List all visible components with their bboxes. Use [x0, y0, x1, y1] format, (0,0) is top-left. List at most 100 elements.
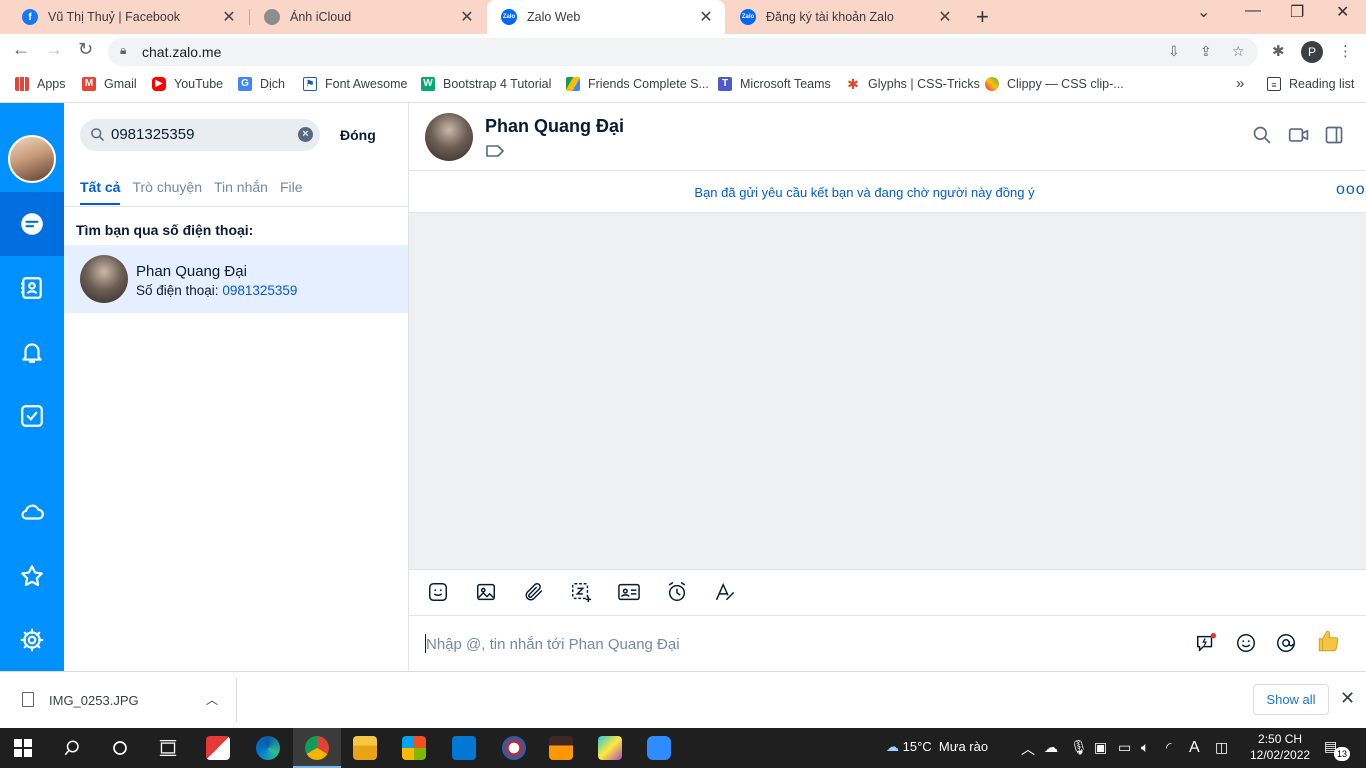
close-search-button[interactable]: Đóng [340, 127, 376, 143]
url-text[interactable]: chat.zalo.me [142, 44, 221, 60]
extensions-icon[interactable]: ✱ [1272, 42, 1285, 60]
battery-icon[interactable]: ▭ [1118, 739, 1131, 756]
mail-icon[interactable] [452, 736, 476, 760]
reading-list-button[interactable]: ≡ Reading list [1267, 77, 1354, 91]
nav-cloud[interactable] [0, 480, 64, 544]
zoom-icon[interactable] [647, 736, 671, 760]
chevron-up-icon[interactable]: ︿ [1021, 739, 1035, 759]
search-icon[interactable] [60, 736, 84, 760]
chrome-menu-icon[interactable]: ⋮ [1338, 42, 1353, 60]
image-icon[interactable] [475, 581, 497, 603]
search-icon[interactable] [1252, 125, 1272, 145]
tag-icon[interactable] [486, 145, 504, 157]
text-format-icon[interactable] [714, 581, 736, 603]
onedrive-icon[interactable]: ☁ [1044, 739, 1058, 756]
tab-messages[interactable]: Tin nhắn [214, 179, 268, 205]
browser-tab-facebook[interactable]: f Vũ Thị Thuỷ | Facebook ✕ [8, 0, 248, 34]
close-tab-icon[interactable]: ✕ [697, 7, 715, 27]
screenshot-icon[interactable] [570, 581, 592, 603]
close-tab-icon[interactable]: ✕ [936, 7, 954, 27]
edge-icon[interactable] [256, 736, 280, 760]
show-all-button[interactable]: Show all [1253, 684, 1329, 715]
bookmark-clippy[interactable]: Clippy — CSS clip-... [985, 77, 1124, 91]
store-icon[interactable] [402, 736, 426, 760]
chevron-up-icon[interactable]: ︿ [206, 691, 218, 708]
bookmark-translate[interactable]: G Dịch [238, 77, 285, 91]
input-method-icon[interactable]: A [1189, 739, 1200, 757]
task-view-icon[interactable] [156, 736, 180, 760]
address-bar[interactable]: 🔒︎ chat.zalo.me ⇩ ⇪ ☆ [108, 38, 1258, 66]
app-icon[interactable] [206, 736, 230, 760]
cortana-icon[interactable] [108, 736, 132, 760]
avatar[interactable] [425, 113, 473, 161]
browser-tab-zalo-register[interactable]: Zalo Đăng ký tài khoản Zalo ✕ [726, 0, 964, 34]
nav-favorites[interactable] [0, 544, 64, 608]
forward-icon[interactable]: → [45, 39, 63, 60]
reminder-clock-icon[interactable] [666, 581, 688, 603]
share-icon[interactable]: ⇪ [1200, 43, 1212, 60]
new-tab-button[interactable]: + [976, 4, 989, 30]
microphone-icon[interactable]: 🎙︎ [1070, 739, 1088, 756]
bookmark-bootstrap[interactable]: W Bootstrap 4 Tutorial [421, 77, 551, 91]
bookmark-apps[interactable]: Apps [15, 77, 66, 91]
bookmark-teams[interactable]: T Microsoft Teams [718, 77, 831, 91]
more-options-icon[interactable]: ooo [1336, 181, 1366, 199]
back-icon[interactable]: ← [12, 39, 30, 60]
nav-todo[interactable] [0, 384, 64, 448]
weather-widget[interactable]: ☁ 15°C Mưa rào [886, 739, 988, 755]
nav-contacts[interactable] [0, 256, 64, 320]
message-placeholder[interactable]: Nhập @, tin nhắn tới Phan Quang Đại [426, 636, 680, 653]
screen-icon[interactable]: ▣ [1094, 739, 1107, 756]
reload-icon[interactable]: ↻ [78, 39, 93, 60]
mention-icon[interactable] [1275, 632, 1297, 654]
search-query[interactable]: 0981325359 [111, 126, 194, 143]
bookmark-star-icon[interactable]: ☆ [1232, 43, 1245, 60]
attachment-icon[interactable] [523, 581, 545, 603]
install-app-icon[interactable]: ⇩ [1168, 43, 1180, 60]
my-avatar[interactable] [8, 135, 56, 183]
download-file-name[interactable]: IMG_0253.JPG [49, 693, 139, 708]
bookmark-glyphs[interactable]: ✱ Glyphs | CSS-Tricks [846, 77, 980, 91]
nav-messages[interactable] [0, 192, 64, 256]
bookmarks-overflow-icon[interactable]: » [1236, 75, 1244, 92]
bookmark-font-awesome[interactable]: ⚑ Font Awesome [303, 77, 407, 91]
file-explorer-icon[interactable] [353, 736, 377, 760]
chat-contact-name[interactable]: Phan Quang Đại [485, 116, 624, 137]
wifi-icon[interactable]: ◜ [1166, 739, 1171, 756]
app-icon[interactable] [598, 736, 622, 760]
clock[interactable]: 2:50 CH 12/02/2022 [1250, 731, 1310, 763]
search-result-item[interactable]: Phan Quang Đại Số điện thoại: 0981325359 [64, 245, 408, 313]
tab-files[interactable]: File [280, 179, 303, 205]
lock-icon[interactable]: 🔒︎ [120, 43, 126, 58]
quick-message-icon[interactable] [1195, 632, 1217, 654]
tab-search-icon[interactable]: ⌄ [1197, 2, 1210, 22]
nav-notifications[interactable] [0, 320, 64, 384]
sidebar-toggle-icon[interactable] [1324, 125, 1344, 145]
clear-search-icon[interactable]: × [298, 127, 313, 142]
speaker-icon[interactable]: 🔈︎ [1141, 739, 1149, 756]
thumbs-up-icon[interactable] [1315, 628, 1341, 654]
maximize-icon[interactable]: ❐ [1290, 2, 1304, 22]
browser-tab-zalo-web[interactable]: Zalo Zalo Web ✕ [487, 0, 725, 34]
tab-all[interactable]: Tất cả [80, 179, 121, 205]
nav-settings[interactable] [0, 608, 64, 672]
windows-start-icon[interactable] [11, 736, 35, 760]
chrome-icon[interactable] [305, 736, 329, 760]
video-call-icon[interactable] [1288, 125, 1310, 145]
bookmark-youtube[interactable]: ▶ YouTube [152, 77, 223, 91]
ime-icon[interactable]: ◫ [1215, 739, 1228, 756]
sticker-icon[interactable] [427, 581, 449, 603]
bookmark-gmail[interactable]: M Gmail [82, 77, 137, 91]
tab-conversations[interactable]: Trò chuyện [132, 179, 202, 205]
minimize-icon[interactable]: — [1245, 2, 1261, 20]
search-input[interactable]: 0981325359 × [80, 119, 320, 151]
message-input[interactable]: Nhập @, tin nhắn tới Phan Quang Đại [409, 616, 1366, 671]
profile-avatar[interactable]: P [1301, 41, 1323, 63]
close-tab-icon[interactable]: ✕ [458, 7, 476, 27]
close-window-icon[interactable]: ✕ [1336, 2, 1349, 22]
app-icon[interactable] [502, 736, 526, 760]
bookmark-friends[interactable]: Friends Complete S... [566, 77, 709, 91]
close-tab-icon[interactable]: ✕ [220, 7, 238, 27]
contact-card-icon[interactable] [617, 581, 641, 603]
close-icon[interactable]: ✕ [1340, 688, 1355, 709]
